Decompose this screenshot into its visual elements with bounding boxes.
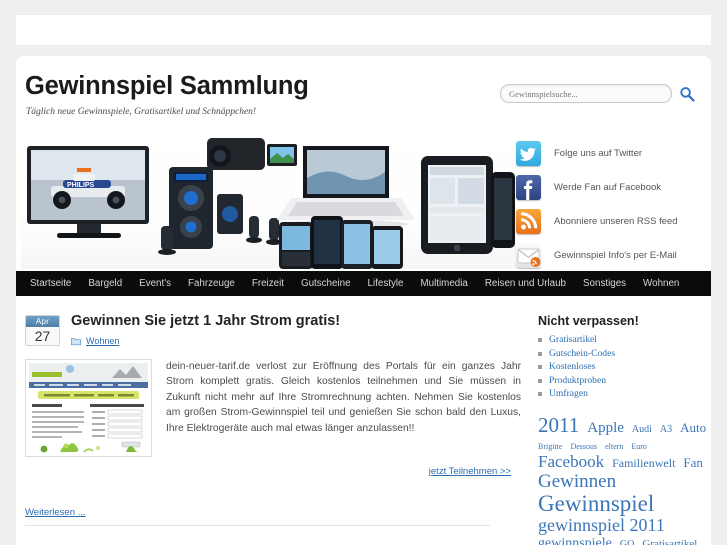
nav-item-fahrzeuge[interactable]: Fahrzeuge bbox=[188, 278, 235, 289]
social-label: Abonniere unseren RSS feed bbox=[554, 216, 678, 227]
social-label: Gewinnspiel Info's per E-Mail bbox=[554, 250, 677, 261]
social-item-rss[interactable]: Abonniere unseren RSS feed bbox=[516, 206, 706, 237]
post-header: Apr 27 Gewinnen Sie jetzt 1 Jahr Strom g… bbox=[25, 313, 521, 346]
tag-apple[interactable]: Apple bbox=[587, 420, 624, 436]
social-label: Folge uns auf Twitter bbox=[554, 148, 643, 159]
tag-brigitte[interactable]: Brigitte bbox=[538, 442, 562, 451]
rss-icon[interactable] bbox=[516, 209, 541, 234]
sidebar-item-gratisartikel[interactable]: Gratisartikel bbox=[538, 333, 711, 347]
post-participate-row: jetzt Teilnehmen >> bbox=[25, 461, 521, 479]
sidebar-category-list: Gratisartikel Gutschein-Codes Kostenlose… bbox=[538, 333, 711, 401]
social-item-email[interactable]: Gewinnspiel Info's per E-Mail bbox=[516, 240, 706, 271]
site-container: Gewinnspiel Sammlung Täglich neue Gewinn… bbox=[16, 56, 711, 545]
post-date-month: Apr bbox=[26, 316, 59, 327]
tag-fan[interactable]: Fan bbox=[683, 455, 703, 470]
post-title[interactable]: Gewinnen Sie jetzt 1 Jahr Strom gratis! bbox=[71, 313, 521, 330]
site-tagline: Täglich neue Gewinnspiele, Gratisartikel… bbox=[26, 107, 257, 117]
facebook-icon[interactable] bbox=[516, 175, 541, 200]
folder-icon bbox=[71, 337, 81, 345]
tag-familienwelt[interactable]: Familienwelt bbox=[612, 456, 675, 470]
tag-gratisartikel[interactable]: Gratisartikel bbox=[642, 538, 697, 545]
tag-2011[interactable]: 2011 bbox=[538, 413, 579, 437]
sidebar-item-produktproben[interactable]: Produktproben bbox=[538, 374, 711, 388]
post-text: dein-neuer-tarif.de verlost zur Eröffnun… bbox=[166, 361, 521, 434]
post-date-day: 27 bbox=[26, 327, 59, 345]
search-input[interactable] bbox=[500, 84, 672, 103]
sidebar-item-kostenloses[interactable]: Kostenloses bbox=[538, 360, 711, 374]
readmore-link[interactable]: Weiterlesen ... bbox=[25, 507, 86, 518]
tag-facebook[interactable]: Facebook bbox=[538, 452, 604, 471]
post-heading-block: Gewinnen Sie jetzt 1 Jahr Strom gratis! … bbox=[71, 313, 521, 346]
tablets-graphic bbox=[421, 156, 515, 254]
tag-gq[interactable]: GQ bbox=[620, 539, 634, 545]
banner-products-illustration: PHILIPS bbox=[27, 138, 515, 269]
content-columns: Apr 27 Gewinnen Sie jetzt 1 Jahr Strom g… bbox=[16, 296, 711, 545]
top-white-bar bbox=[16, 15, 711, 45]
post-meta: Wohnen bbox=[71, 336, 521, 346]
tag-auto[interactable]: Auto bbox=[680, 420, 706, 435]
laptop-graphic bbox=[277, 146, 415, 228]
participate-link[interactable]: jetzt Teilnehmen >> bbox=[429, 466, 511, 477]
tag-cloud: 2011 Apple Audi A3 Auto Brigitte Dessous… bbox=[538, 413, 711, 545]
site-header: Gewinnspiel Sammlung Täglich neue Gewinn… bbox=[16, 56, 711, 134]
search-area bbox=[500, 84, 695, 103]
post-body: dein-neuer-tarif.de verlost zur Eröffnun… bbox=[25, 359, 521, 457]
tag-eltern[interactable]: eltern bbox=[605, 442, 623, 451]
email-icon[interactable] bbox=[516, 243, 541, 268]
sidebar-item-umfragen[interactable]: Umfragen bbox=[538, 387, 711, 401]
tag-a3[interactable]: A3 bbox=[660, 424, 672, 435]
tag-audi[interactable]: Audi bbox=[632, 424, 652, 435]
tag-gewinnspiele[interactable]: gewinnspiele bbox=[538, 536, 612, 545]
speaker-system-graphic bbox=[158, 167, 282, 255]
website-screenshot-thumbnail bbox=[26, 360, 151, 456]
tag-euro[interactable]: Euro bbox=[631, 442, 647, 451]
post-date-badge: Apr 27 bbox=[25, 315, 60, 346]
sidebar-item-gutschein-codes[interactable]: Gutschein-Codes bbox=[538, 347, 711, 361]
main-content: Apr 27 Gewinnen Sie jetzt 1 Jahr Strom g… bbox=[16, 296, 521, 545]
nav-item-sonstiges[interactable]: Sonstiges bbox=[583, 278, 626, 289]
tag-gewinnen[interactable]: Gewinnen bbox=[538, 471, 616, 492]
nav-item-startseite[interactable]: Startseite bbox=[30, 278, 71, 289]
nav-item-lifestyle[interactable]: Lifestyle bbox=[368, 278, 404, 289]
nav-item-reisen-und-urlaub[interactable]: Reisen und Urlaub bbox=[485, 278, 566, 289]
page-root: Gewinnspiel Sammlung Täglich neue Gewinn… bbox=[0, 0, 727, 545]
nav-item-events[interactable]: Event's bbox=[139, 278, 171, 289]
sidebar: Nicht verpassen! Gratisartikel Gutschein… bbox=[521, 296, 711, 545]
post-thumbnail[interactable] bbox=[25, 359, 152, 457]
twitter-icon[interactable] bbox=[516, 141, 541, 166]
nav-item-gutscheine[interactable]: Gutscheine bbox=[301, 278, 351, 289]
site-title: Gewinnspiel Sammlung bbox=[25, 72, 309, 100]
banner-row: PHILIPS Folge uns auf Twitter Werde Fan … bbox=[16, 134, 711, 271]
social-item-twitter[interactable]: Folge uns auf Twitter bbox=[516, 138, 706, 169]
tv-graphic: PHILIPS bbox=[27, 146, 149, 238]
svg-text:PHILIPS: PHILIPS bbox=[67, 182, 95, 189]
nav-item-freizeit[interactable]: Freizeit bbox=[252, 278, 284, 289]
nav-item-bargeld[interactable]: Bargeld bbox=[88, 278, 122, 289]
tag-gewinnspiel-2011[interactable]: gewinnspiel 2011 bbox=[538, 515, 665, 535]
social-label: Werde Fan auf Facebook bbox=[554, 182, 662, 193]
nav-item-wohnen[interactable]: Wohnen bbox=[643, 278, 679, 289]
search-icon[interactable] bbox=[679, 86, 695, 102]
social-item-facebook[interactable]: Werde Fan auf Facebook bbox=[516, 172, 706, 203]
post-category-link[interactable]: Wohnen bbox=[86, 336, 119, 346]
tag-dessous[interactable]: Dessous bbox=[570, 442, 597, 451]
post-readmore-row: Weiterlesen ... bbox=[25, 502, 490, 526]
header-banner-image: PHILIPS bbox=[21, 134, 516, 269]
camcorder-graphic bbox=[207, 138, 297, 170]
nav-item-multimedia[interactable]: Multimedia bbox=[420, 278, 467, 289]
sidebar-heading: Nicht verpassen! bbox=[538, 314, 639, 328]
social-links: Folge uns auf Twitter Werde Fan auf Face… bbox=[516, 138, 706, 274]
main-navigation: Startseite Bargeld Event's Fahrzeuge Fre… bbox=[16, 271, 711, 296]
tag-gewinnspiel[interactable]: Gewinnspiel bbox=[538, 491, 654, 516]
